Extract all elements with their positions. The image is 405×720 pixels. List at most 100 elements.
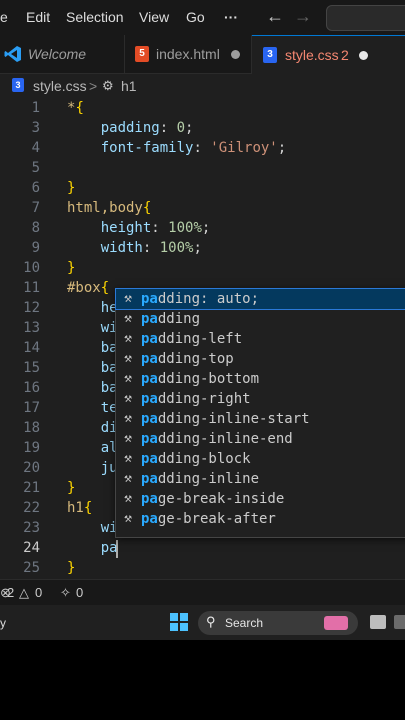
menu-go[interactable]: Go xyxy=(186,9,205,25)
tab-index-html[interactable]: 5 index.html xyxy=(125,35,252,73)
code-token: { xyxy=(100,280,110,296)
line-number: 16 xyxy=(23,380,40,396)
suggestion-item[interactable]: ⚒ padding-block xyxy=(116,449,405,469)
code-line[interactable]: html,body{ xyxy=(67,198,151,218)
code-line[interactable]: } xyxy=(67,558,75,578)
suggestion-item[interactable]: ⚒ padding: auto; xyxy=(115,288,405,310)
line-number: 20 xyxy=(23,460,40,476)
arrow-right-icon[interactable]: → xyxy=(294,6,312,27)
line-number: 9 xyxy=(31,240,40,256)
code-line[interactable]: wi xyxy=(67,518,118,538)
taskbar-search[interactable]: ⚲ Search xyxy=(198,611,358,635)
suggestion-label: padding-right xyxy=(141,391,251,407)
code-line[interactable]: al xyxy=(67,438,118,458)
menu-edit[interactable]: Edit xyxy=(26,9,50,25)
code-token: 'Gilroy' xyxy=(210,140,278,156)
error-count[interactable]: 2 xyxy=(7,585,14,600)
code-line[interactable]: h1{ xyxy=(67,498,92,518)
code-token: al xyxy=(67,440,118,456)
code-token: html,body xyxy=(67,200,143,216)
editor-tabs: Welcome 5 index.html 3 style.css 2 xyxy=(0,35,405,75)
task-view-icon[interactable] xyxy=(370,615,386,629)
unsaved-dot-icon[interactable] xyxy=(359,51,368,60)
code-line[interactable]: ju xyxy=(67,458,118,478)
code-token: ; xyxy=(201,220,211,236)
code-line[interactable]: di xyxy=(67,418,118,438)
wrench-icon: ⚒ xyxy=(124,491,132,506)
code-token: #box xyxy=(67,280,101,296)
suggestion-label: padding-left xyxy=(141,331,243,347)
suggestion-item[interactable]: ⚒ padding-inline xyxy=(116,469,405,489)
code-line[interactable]: height: 100%; xyxy=(67,218,211,238)
menu-bar: e Edit Selection View Go ··· ← → xyxy=(0,0,405,35)
code-line[interactable]: width: 100%; xyxy=(67,238,202,258)
suggestion-item[interactable]: ⚒ page-break-inside xyxy=(116,489,405,509)
line-number: 8 xyxy=(31,220,40,236)
code-token: ba xyxy=(67,360,118,376)
menu-more[interactable]: ··· xyxy=(224,9,238,25)
suggestion-item[interactable]: ⚒ padding-inline-end xyxy=(116,429,405,449)
suggestion-item[interactable]: ⚒ padding-right xyxy=(116,389,405,409)
wrench-icon: ⚒ xyxy=(124,471,132,486)
command-center-search[interactable] xyxy=(326,5,405,31)
code-token: width xyxy=(67,240,143,256)
breadcrumb-file[interactable]: style.css xyxy=(33,78,87,94)
code-line[interactable]: } xyxy=(67,478,75,498)
code-line[interactable]: font-family: 'Gilroy'; xyxy=(67,138,286,158)
tab-label: style.css xyxy=(285,47,339,63)
code-token: } xyxy=(67,480,76,496)
taskbar-search-label: Search xyxy=(225,616,264,630)
ports-count[interactable]: 0 xyxy=(76,585,83,600)
search-icon: ⚲ xyxy=(206,614,216,629)
windows-taskbar: y ⚲ Search xyxy=(0,605,405,640)
code-token: wi xyxy=(67,320,118,336)
vscode-logo-icon xyxy=(4,46,21,62)
code-line[interactable]: ba xyxy=(67,378,118,398)
warning-count[interactable]: 0 xyxy=(35,585,42,600)
code-line[interactable]: ba xyxy=(67,358,118,378)
code-token: } xyxy=(67,260,76,276)
wrench-icon: ⚒ xyxy=(124,391,132,406)
code-line[interactable]: pa xyxy=(67,538,118,558)
suggestion-label: padding-inline xyxy=(141,471,260,487)
code-line[interactable]: he xyxy=(67,298,118,318)
arrow-left-icon[interactable]: ← xyxy=(266,6,284,27)
code-token: : xyxy=(193,140,211,156)
code-token: padding xyxy=(67,120,160,136)
wrench-icon: ⚒ xyxy=(124,511,132,526)
unsaved-dot-icon[interactable] xyxy=(231,50,240,59)
code-line[interactable]: wi xyxy=(67,318,118,338)
symbol-icon: ⚙ xyxy=(102,78,114,93)
code-line[interactable]: #box{ xyxy=(67,278,109,298)
code-token: : xyxy=(159,120,177,136)
suggestion-item[interactable]: ⚒ padding-top xyxy=(116,349,405,369)
code-editor[interactable]: 1 3 4 5 6 7 8 9 10 11 12 13 14 15 16 17 18 19 20 21 22 23 24 25… xyxy=(0,98,405,578)
suggestion-label: padding-block xyxy=(141,451,251,467)
code-line[interactable]: } xyxy=(67,178,75,198)
suggestion-item[interactable]: ⚒ padding xyxy=(116,309,405,329)
tab-style-css[interactable]: 3 style.css 2 xyxy=(252,35,405,75)
code-token: font-family xyxy=(67,140,194,156)
app-icon[interactable] xyxy=(394,615,405,629)
code-token: ; xyxy=(277,140,287,156)
code-line[interactable]: *{ xyxy=(67,98,84,118)
code-token: 0 xyxy=(176,120,186,136)
code-line[interactable]: } xyxy=(67,258,75,278)
line-number: 14 xyxy=(23,340,40,356)
windows-start-icon[interactable] xyxy=(170,613,188,631)
menu-file[interactable]: e xyxy=(0,9,8,25)
breadcrumb-symbol[interactable]: h1 xyxy=(121,78,137,94)
suggestion-item[interactable]: ⚒ padding-inline-start xyxy=(116,409,405,429)
code-token: 100% xyxy=(168,220,202,236)
menu-view[interactable]: View xyxy=(139,9,169,25)
suggestion-label: page-break-after xyxy=(141,511,276,527)
code-line[interactable]: te xyxy=(67,398,118,418)
suggestion-item[interactable]: ⚒ padding-bottom xyxy=(116,369,405,389)
tab-welcome[interactable]: Welcome xyxy=(0,35,125,73)
suggestion-item[interactable]: ⚒ page-break-after xyxy=(116,509,405,529)
code-line[interactable]: ba xyxy=(67,338,118,358)
suggestion-item[interactable]: ⚒ padding-left xyxy=(116,329,405,349)
menu-selection[interactable]: Selection xyxy=(66,9,124,25)
line-number: 21 xyxy=(23,480,40,496)
code-line[interactable]: padding: 0; xyxy=(67,118,194,138)
